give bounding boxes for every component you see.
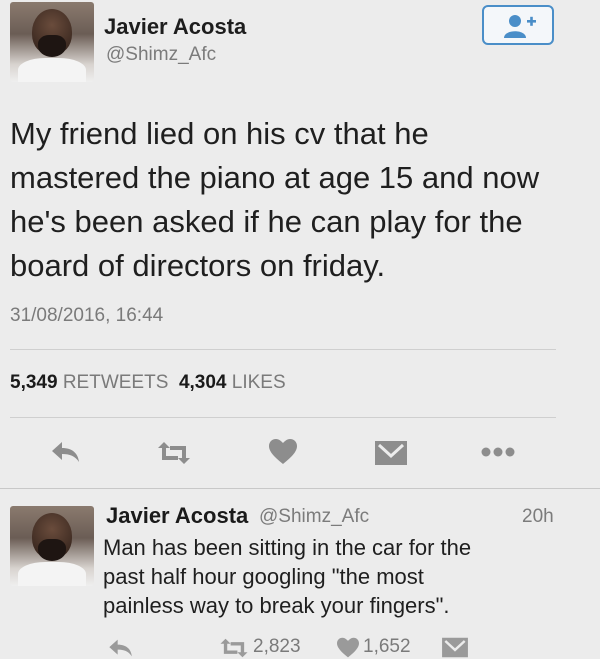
tweet-stats: 5,349 RETWEETS 4,304 LIKES — [10, 372, 286, 394]
retweet-icon[interactable] — [156, 440, 192, 466]
reply-author-handle[interactable]: @Shimz_Afc — [259, 506, 369, 528]
tweet-timestamp[interactable]: 31/08/2016, 16:44 — [10, 305, 163, 327]
envelope-icon[interactable] — [374, 440, 408, 466]
retweets-count[interactable]: 5,349 — [10, 372, 58, 393]
retweets-label[interactable]: RETWEETS — [63, 372, 169, 393]
follow-button[interactable] — [482, 5, 554, 45]
reply-text: Man has been sitting in the car for the … — [103, 535, 472, 618]
retweet-icon[interactable] — [218, 637, 250, 659]
avatar-shirt — [18, 562, 86, 586]
more-icon[interactable] — [480, 446, 516, 458]
reply-icon[interactable] — [50, 440, 82, 464]
reply-avatar[interactable] — [10, 506, 94, 586]
avatar-shirt — [18, 58, 86, 82]
tweet-text: My friend lied on his cv that he mastere… — [10, 116, 540, 283]
reply-likes-count[interactable]: 1,652 — [363, 636, 411, 658]
add-user-icon — [504, 15, 536, 38]
heart-icon[interactable] — [268, 438, 298, 466]
reply-icon[interactable] — [107, 638, 135, 658]
likes-label[interactable]: LIKES — [232, 372, 286, 393]
reply-time[interactable]: 20h — [522, 506, 554, 528]
avatar-beard — [38, 539, 66, 561]
divider — [10, 349, 556, 350]
reply-author-name[interactable]: Javier Acosta — [106, 503, 248, 529]
envelope-icon[interactable] — [441, 637, 469, 658]
reply-retweets-count[interactable]: 2,823 — [253, 636, 301, 658]
avatar-beard — [38, 35, 66, 57]
author-name[interactable]: Javier Acosta — [104, 14, 246, 40]
author-handle[interactable]: @Shimz_Afc — [106, 44, 216, 66]
heart-icon[interactable] — [336, 637, 360, 659]
avatar[interactable] — [10, 2, 94, 82]
divider — [0, 488, 600, 489]
likes-count[interactable]: 4,304 — [179, 372, 227, 393]
divider — [10, 417, 556, 418]
